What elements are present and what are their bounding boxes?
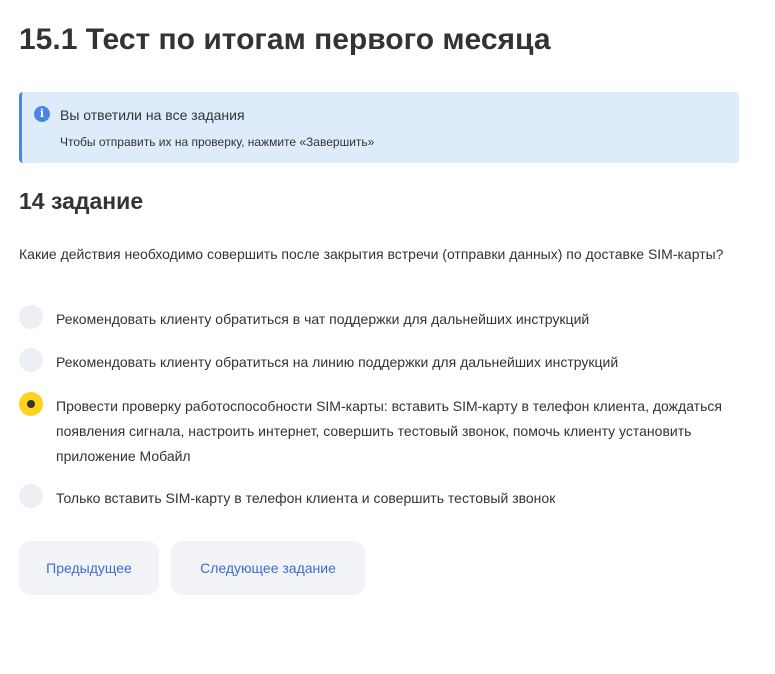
info-icon: i: [34, 106, 50, 122]
answer-option-label[interactable]: Провести проверку работоспособности SIM-…: [56, 394, 736, 469]
previous-button[interactable]: Предыдущее: [19, 541, 159, 595]
question-text: Какие действия необходимо совершить посл…: [19, 246, 724, 262]
radio-button-selected[interactable]: [19, 392, 43, 416]
radio-button[interactable]: [19, 484, 43, 508]
radio-button[interactable]: [19, 305, 43, 329]
page-title: 15.1 Тест по итогам первого месяца: [19, 23, 551, 56]
task-title: 14 задание: [19, 188, 144, 214]
notice-text: Чтобы отправить их на проверку, нажмите …: [60, 135, 375, 149]
completion-notice: i Вы ответили на все задания Чтобы отпра…: [19, 92, 739, 163]
next-task-button[interactable]: Следующее задание: [171, 541, 365, 595]
answer-option-label[interactable]: Только вставить SIM-карту в телефон клие…: [56, 486, 736, 511]
answer-option-label[interactable]: Рекомендовать клиенту обратиться в чат п…: [56, 307, 736, 332]
radio-button[interactable]: [19, 348, 43, 372]
notice-title: Вы ответили на все задания: [60, 107, 245, 123]
test-page: 15.1 Тест по итогам первого месяца i Вы …: [0, 0, 775, 674]
answer-option-label[interactable]: Рекомендовать клиенту обратиться на лини…: [56, 350, 736, 375]
